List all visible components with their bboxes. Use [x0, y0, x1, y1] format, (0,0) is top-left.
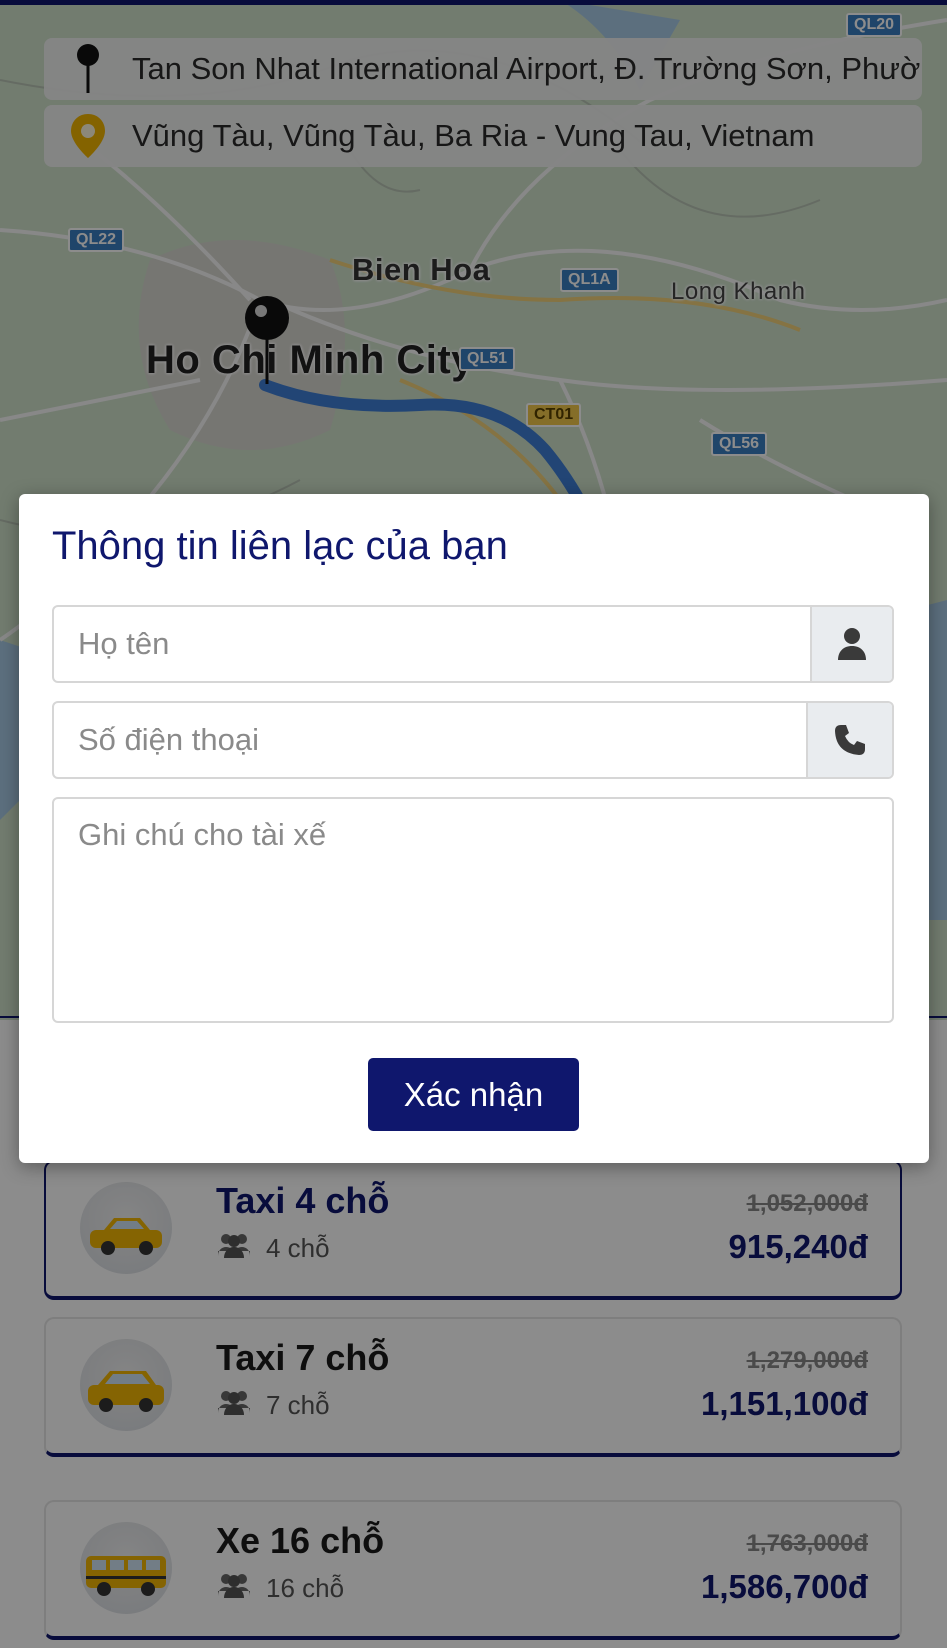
driver-note-textarea[interactable] [52, 797, 894, 1023]
name-input-group [52, 605, 894, 683]
user-icon [810, 607, 892, 681]
phone-input-group [52, 701, 894, 779]
name-input[interactable] [54, 607, 810, 681]
confirm-button[interactable]: Xác nhận [368, 1058, 579, 1131]
modal-title: Thông tin liên lạc của bạn [52, 524, 508, 568]
phone-input[interactable] [54, 703, 806, 777]
phone-icon [806, 703, 892, 777]
contact-info-modal: Thông tin liên lạc của bạn Xác nhận [19, 494, 929, 1163]
